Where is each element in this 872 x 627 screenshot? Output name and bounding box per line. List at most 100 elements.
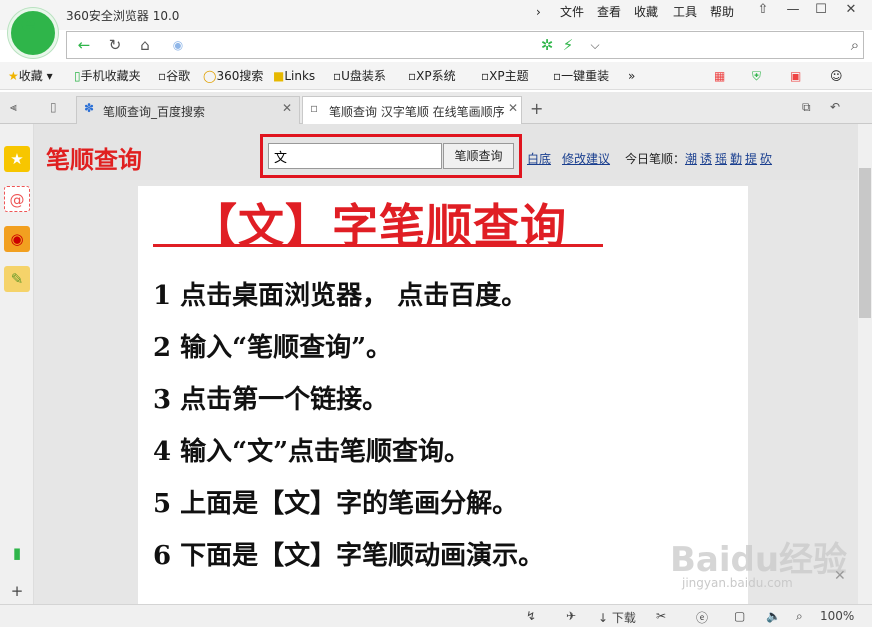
fav-label: 谷歌 — [166, 69, 191, 83]
favorites-label: 收藏 — [18, 69, 43, 83]
360-search-icon: ◯ — [203, 69, 217, 83]
battery-icon[interactable]: ▮ — [4, 540, 30, 566]
close-watermark-icon[interactable]: ✕ — [834, 568, 846, 584]
menu-favorites[interactable]: 收藏 — [634, 2, 658, 22]
translate-icon[interactable]: ▣ — [790, 68, 801, 84]
page-icon: ▫ — [333, 69, 342, 83]
download-label: 下载 — [611, 611, 636, 625]
scrollbar-thumb[interactable] — [859, 168, 871, 318]
mobile-view-icon[interactable]: ▯ — [50, 100, 57, 114]
accelerate-icon[interactable]: ↯ — [526, 609, 536, 623]
sidebar-toggle-icon[interactable]: ⫷ — [10, 100, 17, 115]
menu-help[interactable]: 帮助 — [710, 2, 734, 22]
fav-item-google[interactable]: ▫谷歌 — [158, 68, 190, 84]
menu-tools[interactable]: 工具 — [673, 2, 697, 22]
fav-item-mobile[interactable]: ▯手机收藏夹 — [74, 68, 141, 84]
maximize-button[interactable]: ☐ — [808, 0, 834, 20]
page-icon: ▫ — [408, 69, 417, 83]
star-icon: ★ — [8, 69, 19, 83]
today-char-link[interactable]: 提 — [745, 150, 757, 167]
fav-label: 360搜索 — [216, 69, 264, 83]
favorites-button[interactable]: ★收藏 ▾ — [8, 68, 53, 84]
site-brand[interactable]: 笔顺查询 — [46, 140, 142, 175]
fav-item-360search[interactable]: ◯360搜索 — [203, 68, 263, 84]
page-icon: ▫ — [553, 69, 562, 83]
window-icon[interactable]: ▢ — [734, 609, 745, 623]
safety-shield-icon[interactable]: ⛨ — [752, 68, 761, 84]
close-tab-icon[interactable]: ✕ — [282, 101, 292, 115]
restore-tab-icon[interactable]: ⧉ — [802, 100, 811, 115]
fav-label: 一键重装 — [561, 69, 610, 83]
fav-item-links[interactable]: ■Links — [273, 68, 315, 84]
chevron-right-icon[interactable]: › — [536, 2, 541, 22]
step-4: 4 输入“文”点击笔顺查询。 — [153, 437, 471, 467]
stroke-search-button[interactable]: 笔顺查询 — [443, 143, 514, 169]
weibo-icon[interactable]: ◉ — [4, 226, 30, 252]
back-arrow-icon[interactable]: ← — [72, 33, 96, 57]
menu-view[interactable]: 查看 — [597, 2, 621, 22]
fav-item-xp-theme[interactable]: ▫XP主题 — [481, 68, 529, 84]
step-2: 2 输入“笔顺查询”。 — [153, 333, 393, 363]
folder-icon: ■ — [273, 69, 285, 83]
ie-icon[interactable]: ⓔ — [696, 609, 708, 626]
browser-logo-e-icon: e — [21, 12, 36, 37]
today-stroke-label: 今日笔顺： — [625, 152, 686, 166]
tab-baidu-search[interactable]: 笔顺查询_百度搜索 — [76, 96, 300, 124]
fav-label: Links — [284, 69, 316, 83]
suggestion-link[interactable]: 修改建议 — [562, 150, 610, 167]
white-bg-link[interactable]: 白底 — [527, 150, 551, 167]
today-char-link[interactable]: 瑶 — [715, 150, 727, 167]
baidu-watermark: Baidu经验 — [670, 540, 848, 580]
search-icon[interactable]: ⌕ — [843, 33, 867, 57]
step-3: 3 点击第一个链接。 — [153, 385, 389, 415]
tab-label: 笔顺查询 汉字笔顺 在线笔画顺序 — [329, 105, 505, 119]
favorites-star-icon[interactable]: ★ — [4, 146, 30, 172]
today-char-link[interactable]: 勤 — [730, 150, 742, 167]
refresh-icon[interactable]: ↻ — [103, 33, 127, 57]
fav-item-xp-system[interactable]: ▫XP系统 — [408, 68, 456, 84]
today-char-link[interactable]: 潮 — [685, 150, 697, 167]
apps-grid-icon[interactable]: ▦ — [714, 68, 725, 84]
page-icon: ▫ — [158, 69, 167, 83]
fav-label: U盘装系 — [341, 69, 386, 83]
undo-close-icon[interactable]: ↶ — [830, 100, 840, 114]
new-tab-icon[interactable]: + — [530, 99, 543, 118]
close-button[interactable]: ✕ — [838, 0, 864, 20]
game-icon[interactable]: ☺ — [830, 68, 843, 84]
zoom-level[interactable]: 100% — [820, 609, 854, 623]
screenshot-icon[interactable]: ✂ — [656, 609, 666, 623]
speed-mode-icon[interactable]: ⚡ — [556, 33, 580, 57]
title-underline — [153, 244, 603, 247]
fav-item-onekey[interactable]: ▫一键重装 — [553, 68, 609, 84]
pin-icon[interactable]: ✈ — [566, 609, 576, 623]
watermark-url: jingyan.baidu.com — [682, 576, 793, 590]
download-button[interactable]: ↓ 下载 — [598, 609, 636, 626]
baidu-paw-icon: ✽ — [84, 101, 95, 115]
skin-button[interactable]: ⇧ — [750, 0, 776, 20]
zoom-search-icon[interactable]: ⌕ — [796, 609, 803, 624]
fav-label: XP系统 — [416, 69, 456, 83]
notes-icon[interactable]: ✎ — [4, 266, 30, 292]
char-search-input[interactable] — [268, 143, 442, 169]
today-char-link[interactable]: 诱 — [700, 150, 712, 167]
menu-file[interactable]: 文件 — [560, 2, 584, 22]
add-sidebar-icon[interactable]: + — [4, 578, 30, 604]
window-title: 360安全浏览器 10.0 — [66, 9, 180, 23]
email-icon[interactable]: @ — [4, 186, 30, 212]
phone-icon: ▯ — [74, 69, 81, 83]
sound-icon[interactable]: 🔈 — [766, 609, 781, 623]
more-favorites-icon[interactable]: » — [628, 68, 635, 84]
page-icon: ▫ — [310, 101, 319, 115]
fav-item-udisk[interactable]: ▫U盘装系 — [333, 68, 386, 84]
home-icon[interactable]: ⌂ — [133, 33, 157, 57]
today-char-link[interactable]: 砍 — [760, 150, 772, 167]
fav-label: 手机收藏夹 — [80, 69, 141, 83]
close-tab-icon[interactable]: ✕ — [508, 101, 518, 115]
page-globe-icon: ◉ — [172, 38, 184, 52]
step-5: 5 上面是【文】字的笔画分解。 — [153, 489, 519, 519]
tab-stroke-order[interactable]: 笔顺查询 汉字笔顺 在线笔画顺序 — [302, 96, 522, 124]
step-1: 1 点击桌面浏览器， 点击百度。 — [153, 281, 528, 311]
page-icon: ▫ — [481, 69, 490, 83]
minimize-button[interactable]: — — [780, 0, 806, 20]
dropdown-chevron-icon[interactable]: ⌵ — [583, 33, 607, 57]
